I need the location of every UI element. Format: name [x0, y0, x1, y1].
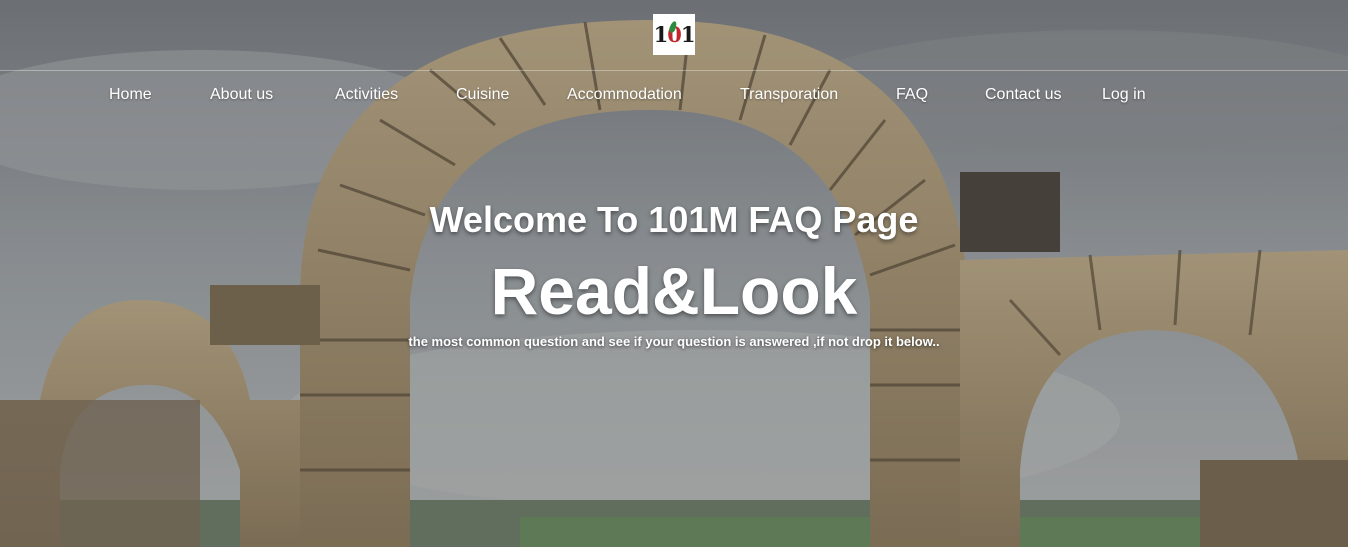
site-logo[interactable]: 101 — [653, 14, 695, 55]
hero-title: Read&Look — [490, 254, 858, 328]
header-divider — [0, 70, 1348, 71]
main-navigation: Home About us Activities Cuisine Accommo… — [0, 86, 1348, 108]
nav-home[interactable]: Home — [109, 86, 152, 104]
nav-log-in[interactable]: Log in — [1102, 86, 1146, 104]
nav-about-us[interactable]: About us — [210, 86, 273, 104]
nav-cuisine[interactable]: Cuisine — [456, 86, 509, 104]
nav-transportation[interactable]: Transporation — [740, 86, 838, 104]
nav-faq[interactable]: FAQ — [896, 86, 928, 104]
nav-accommodation[interactable]: Accommodation — [567, 86, 682, 104]
hero-subtitle: the most common question and see if your… — [408, 334, 940, 349]
nav-contact-us[interactable]: Contact us — [985, 86, 1061, 104]
nav-activities[interactable]: Activities — [335, 86, 398, 104]
hero-headline: Welcome To 101M FAQ Page — [429, 199, 919, 240]
